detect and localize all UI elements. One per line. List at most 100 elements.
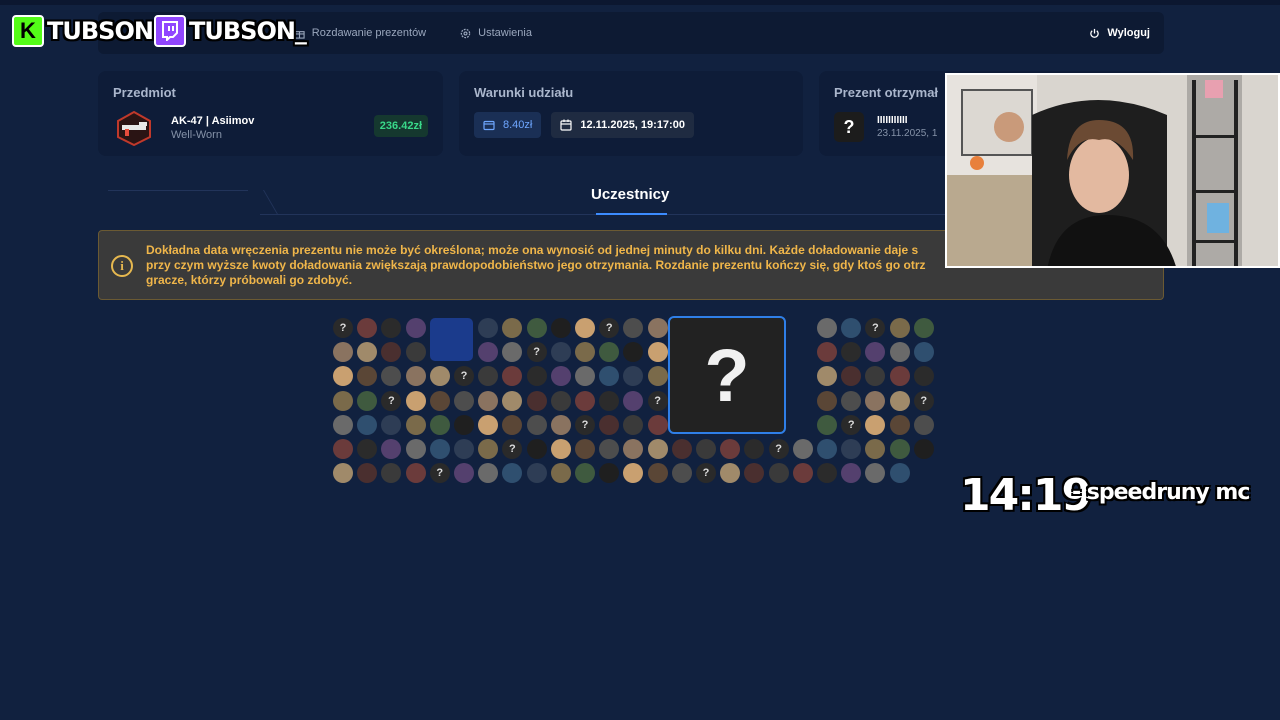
participant-avatar[interactable]: [768, 463, 789, 484]
participant-avatar[interactable]: [817, 390, 837, 411]
participant-avatar[interactable]: [550, 366, 571, 387]
participant-avatar[interactable]: [381, 463, 402, 484]
participant-avatar[interactable]: [841, 366, 862, 387]
participant-avatar[interactable]: [405, 439, 426, 459]
participant-avatar[interactable]: [841, 439, 862, 459]
participant-avatar[interactable]: [526, 414, 547, 435]
participant-avatar[interactable]: [889, 439, 910, 459]
participant-avatar[interactable]: [526, 439, 547, 459]
participant-avatar[interactable]: [429, 439, 450, 459]
participant-avatar[interactable]: [744, 463, 765, 484]
participant-avatar[interactable]: [550, 463, 571, 484]
participant-avatar[interactable]: [720, 439, 741, 459]
participant-avatar[interactable]: [841, 463, 862, 484]
participant-avatar[interactable]: [429, 390, 450, 411]
participant-avatar[interactable]: [889, 318, 910, 338]
participant-avatar[interactable]: [913, 414, 934, 435]
participant-avatar[interactable]: [381, 342, 402, 363]
participant-avatar[interactable]: [502, 318, 523, 338]
participant-avatar[interactable]: [333, 439, 353, 459]
participant-avatar[interactable]: [478, 318, 499, 338]
participant-avatar[interactable]: [478, 439, 499, 459]
participant-avatar[interactable]: [865, 390, 886, 411]
participant-avatar[interactable]: [696, 439, 716, 459]
participant-avatar[interactable]: [865, 439, 886, 459]
participant-avatar[interactable]: [333, 463, 353, 484]
participant-avatar[interactable]: [405, 414, 426, 435]
participant-placeholder-large[interactable]: ?: [668, 316, 786, 434]
participant-avatar[interactable]: [623, 342, 644, 363]
participant-avatar[interactable]: [526, 318, 547, 338]
participant-avatar[interactable]: [454, 390, 474, 411]
participant-avatar[interactable]: [865, 414, 886, 435]
participant-avatar[interactable]: [454, 439, 474, 459]
participant-avatar[interactable]: [502, 342, 523, 363]
participant-avatar[interactable]: [381, 318, 402, 338]
participant-avatar[interactable]: [550, 318, 571, 338]
participant-avatar[interactable]: [357, 342, 378, 363]
participant-avatar[interactable]: [841, 342, 862, 363]
participant-avatar[interactable]: ?: [333, 318, 353, 338]
participant-avatar[interactable]: ?: [429, 463, 450, 484]
participant-avatar[interactable]: [647, 366, 668, 387]
participant-avatar[interactable]: [550, 342, 571, 363]
participant-avatar[interactable]: [526, 366, 547, 387]
participant-avatar[interactable]: [357, 390, 378, 411]
participant-avatar[interactable]: ?: [865, 318, 886, 338]
participant-avatar[interactable]: [405, 390, 426, 411]
participant-avatar[interactable]: ?: [696, 463, 716, 484]
participant-avatar[interactable]: ?: [913, 390, 934, 411]
participant-avatar[interactable]: [357, 463, 378, 484]
participant-avatar[interactable]: ?: [454, 366, 474, 387]
participant-avatar[interactable]: [429, 366, 450, 387]
participant-avatar[interactable]: [913, 342, 934, 363]
participant-avatar[interactable]: [405, 366, 426, 387]
participant-avatar[interactable]: [889, 414, 910, 435]
participant-avatar[interactable]: ?: [647, 390, 668, 411]
participant-avatar[interactable]: [550, 390, 571, 411]
participant-avatar[interactable]: [913, 318, 934, 338]
participant-avatar[interactable]: [526, 390, 547, 411]
participant-avatar[interactable]: [817, 463, 837, 484]
participant-avatar[interactable]: [333, 366, 353, 387]
participant-avatar[interactable]: ?: [575, 414, 595, 435]
participant-avatar[interactable]: [841, 318, 862, 338]
nav-item-settings[interactable]: Ustawienia: [460, 27, 532, 39]
participant-avatar[interactable]: [841, 390, 862, 411]
participant-avatar[interactable]: [357, 366, 378, 387]
participant-avatar[interactable]: [599, 414, 620, 435]
participant-avatar[interactable]: [478, 342, 499, 363]
participant-avatar[interactable]: [502, 390, 523, 411]
participant-avatar[interactable]: [744, 439, 765, 459]
participant-avatar[interactable]: [478, 414, 499, 435]
participant-avatar[interactable]: [817, 318, 837, 338]
participant-avatar[interactable]: [333, 414, 353, 435]
participant-avatar-large[interactable]: [430, 318, 473, 361]
tab-participants[interactable]: Uczestnicy: [591, 186, 669, 203]
participant-avatar[interactable]: [599, 463, 620, 484]
participant-avatar[interactable]: [357, 414, 378, 435]
participant-avatar[interactable]: [720, 463, 741, 484]
participant-avatar[interactable]: [599, 342, 620, 363]
participant-avatar[interactable]: [575, 439, 595, 459]
participant-avatar[interactable]: [647, 414, 668, 435]
participant-avatar[interactable]: [623, 439, 644, 459]
nav-item-giveaways[interactable]: Rozdawanie prezentów: [294, 27, 426, 39]
participant-avatar[interactable]: [575, 366, 595, 387]
participant-avatar[interactable]: [599, 439, 620, 459]
participant-avatar[interactable]: [502, 414, 523, 435]
participant-avatar[interactable]: [623, 390, 644, 411]
participant-avatar[interactable]: ?: [502, 439, 523, 459]
participant-avatar[interactable]: [913, 366, 934, 387]
participant-avatar[interactable]: [889, 366, 910, 387]
participant-avatar[interactable]: ?: [526, 342, 547, 363]
participant-avatar[interactable]: [550, 414, 571, 435]
participant-avatar[interactable]: [381, 366, 402, 387]
participant-avatar[interactable]: [478, 390, 499, 411]
logout-button[interactable]: Wyloguj: [1089, 27, 1150, 39]
participant-avatar[interactable]: [357, 318, 378, 338]
participant-avatar[interactable]: [575, 390, 595, 411]
participant-avatar[interactable]: [478, 366, 499, 387]
participant-avatar[interactable]: [889, 463, 910, 484]
participant-avatar[interactable]: [599, 390, 620, 411]
